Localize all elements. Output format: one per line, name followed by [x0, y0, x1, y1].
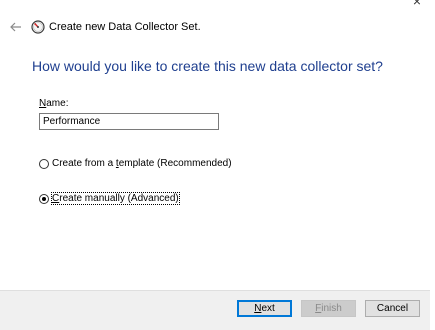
title-bar: Create new Data Collector Set.: [8, 17, 201, 37]
button-footer: Next Finish Cancel: [0, 290, 430, 330]
manual-radio[interactable]: [39, 193, 49, 204]
next-button[interactable]: Next: [237, 300, 292, 317]
window-title: Create new Data Collector Set.: [49, 21, 201, 33]
template-option-label: Create from a template (Recommended): [52, 158, 232, 169]
close-icon[interactable]: ×: [409, 0, 425, 8]
cancel-button[interactable]: Cancel: [365, 300, 420, 317]
name-label: Name:: [39, 98, 69, 109]
template-option[interactable]: Create from a template (Recommended): [39, 158, 232, 169]
back-arrow-icon[interactable]: [8, 19, 24, 35]
data-collector-gauge-icon: [31, 20, 45, 34]
name-input[interactable]: [39, 113, 219, 130]
finish-button: Finish: [301, 300, 356, 317]
manual-option-label: Create manually (Advanced): [51, 192, 180, 205]
template-radio[interactable]: [39, 158, 49, 169]
manual-option[interactable]: Create manually (Advanced): [39, 192, 180, 205]
page-heading: How would you like to create this new da…: [32, 58, 383, 74]
